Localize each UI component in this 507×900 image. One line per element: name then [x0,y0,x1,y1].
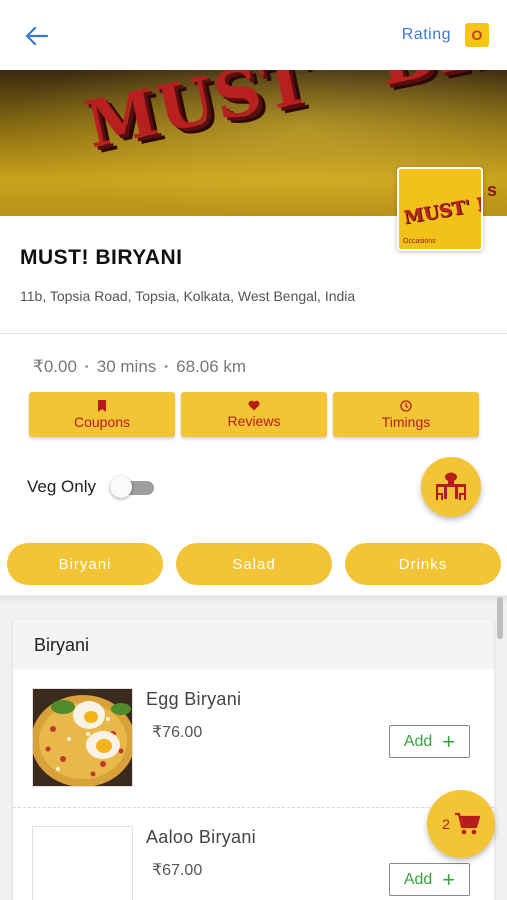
cart-button[interactable]: 2 [427,790,495,858]
add-to-cart-button[interactable]: Add + [389,863,470,896]
category-tabs: Biryani Salad Drinks [7,543,501,585]
rating-badge: O [465,23,489,47]
timings-button[interactable]: Timings [333,392,479,437]
bookmark-icon [98,399,106,412]
plus-icon: + [442,728,456,754]
menu-item: Aaloo Biryani ₹67.00 Add + [13,807,494,900]
delivery-time: 30 mins [96,357,157,376]
restaurant-stats: ₹0.00 • 30 mins • 68.06 km [33,357,246,377]
distance-value: 68.06 km [176,357,247,376]
veg-only-row: Veg Only [27,476,156,498]
veg-only-toggle[interactable] [110,476,156,498]
top-bar: Rating O [0,0,507,70]
add-label: Add [403,870,433,888]
rating-label: Rating [401,26,451,43]
add-label: Add [403,732,433,750]
category-chip-biryani[interactable]: Biryani [7,543,163,585]
item-price: ₹67.00 [152,862,203,879]
cost-value: ₹0.00 [33,357,77,376]
reviews-label: Reviews [227,413,281,429]
heart-icon [248,400,260,411]
item-divider [13,807,494,808]
logo-subtext: Occasions [403,238,436,245]
menu-item: Egg Biryani ₹76.00 Add + [13,669,494,807]
item-price: ₹76.00 [152,724,203,741]
item-name: Egg Biryani [146,689,242,709]
arrow-left-icon [25,26,48,46]
shopping-cart-icon [454,812,480,835]
timings-label: Timings [381,413,431,430]
restaurant-address: 11b, Topsia Road, Topsia, Kolkata, West … [20,288,356,304]
category-chip-drinks[interactable]: Drinks [345,543,501,585]
scrollbar[interactable] [497,597,503,639]
menu-section: Biryani Egg Biryani ₹76.00 Add + Aaloo B… [13,620,494,900]
clock-icon [400,399,412,412]
item-name: Aaloo Biryani [146,827,256,847]
section-header: Biryani [13,620,494,669]
reviews-button[interactable]: Reviews [181,392,327,437]
info-actions: Coupons Reviews Timings [29,392,479,437]
coupons-label: Coupons [73,413,131,430]
table-booking-button[interactable] [421,457,481,517]
plus-icon: + [442,866,456,892]
separator-dot: • [164,361,169,373]
add-to-cart-button[interactable]: Add + [389,725,470,758]
veg-only-label: Veg Only [27,477,96,496]
coupons-button[interactable]: Coupons [29,392,175,437]
back-button[interactable] [20,20,52,52]
restaurant-name: MUST! BIRYANI [20,246,183,269]
category-chip-salad[interactable]: Salad [176,543,332,585]
separator-dot: • [84,361,89,373]
logo-text: MUST' BIRY [402,186,483,229]
section-title: Biryani [34,635,90,655]
aaloo-biryani-image [32,826,133,900]
egg-biryani-image [32,688,133,787]
divider [0,333,507,334]
dining-table-icon [436,472,466,500]
restaurant-logo: MUST' BIRY Occasions [397,167,483,251]
cart-count: 2 [442,816,450,832]
